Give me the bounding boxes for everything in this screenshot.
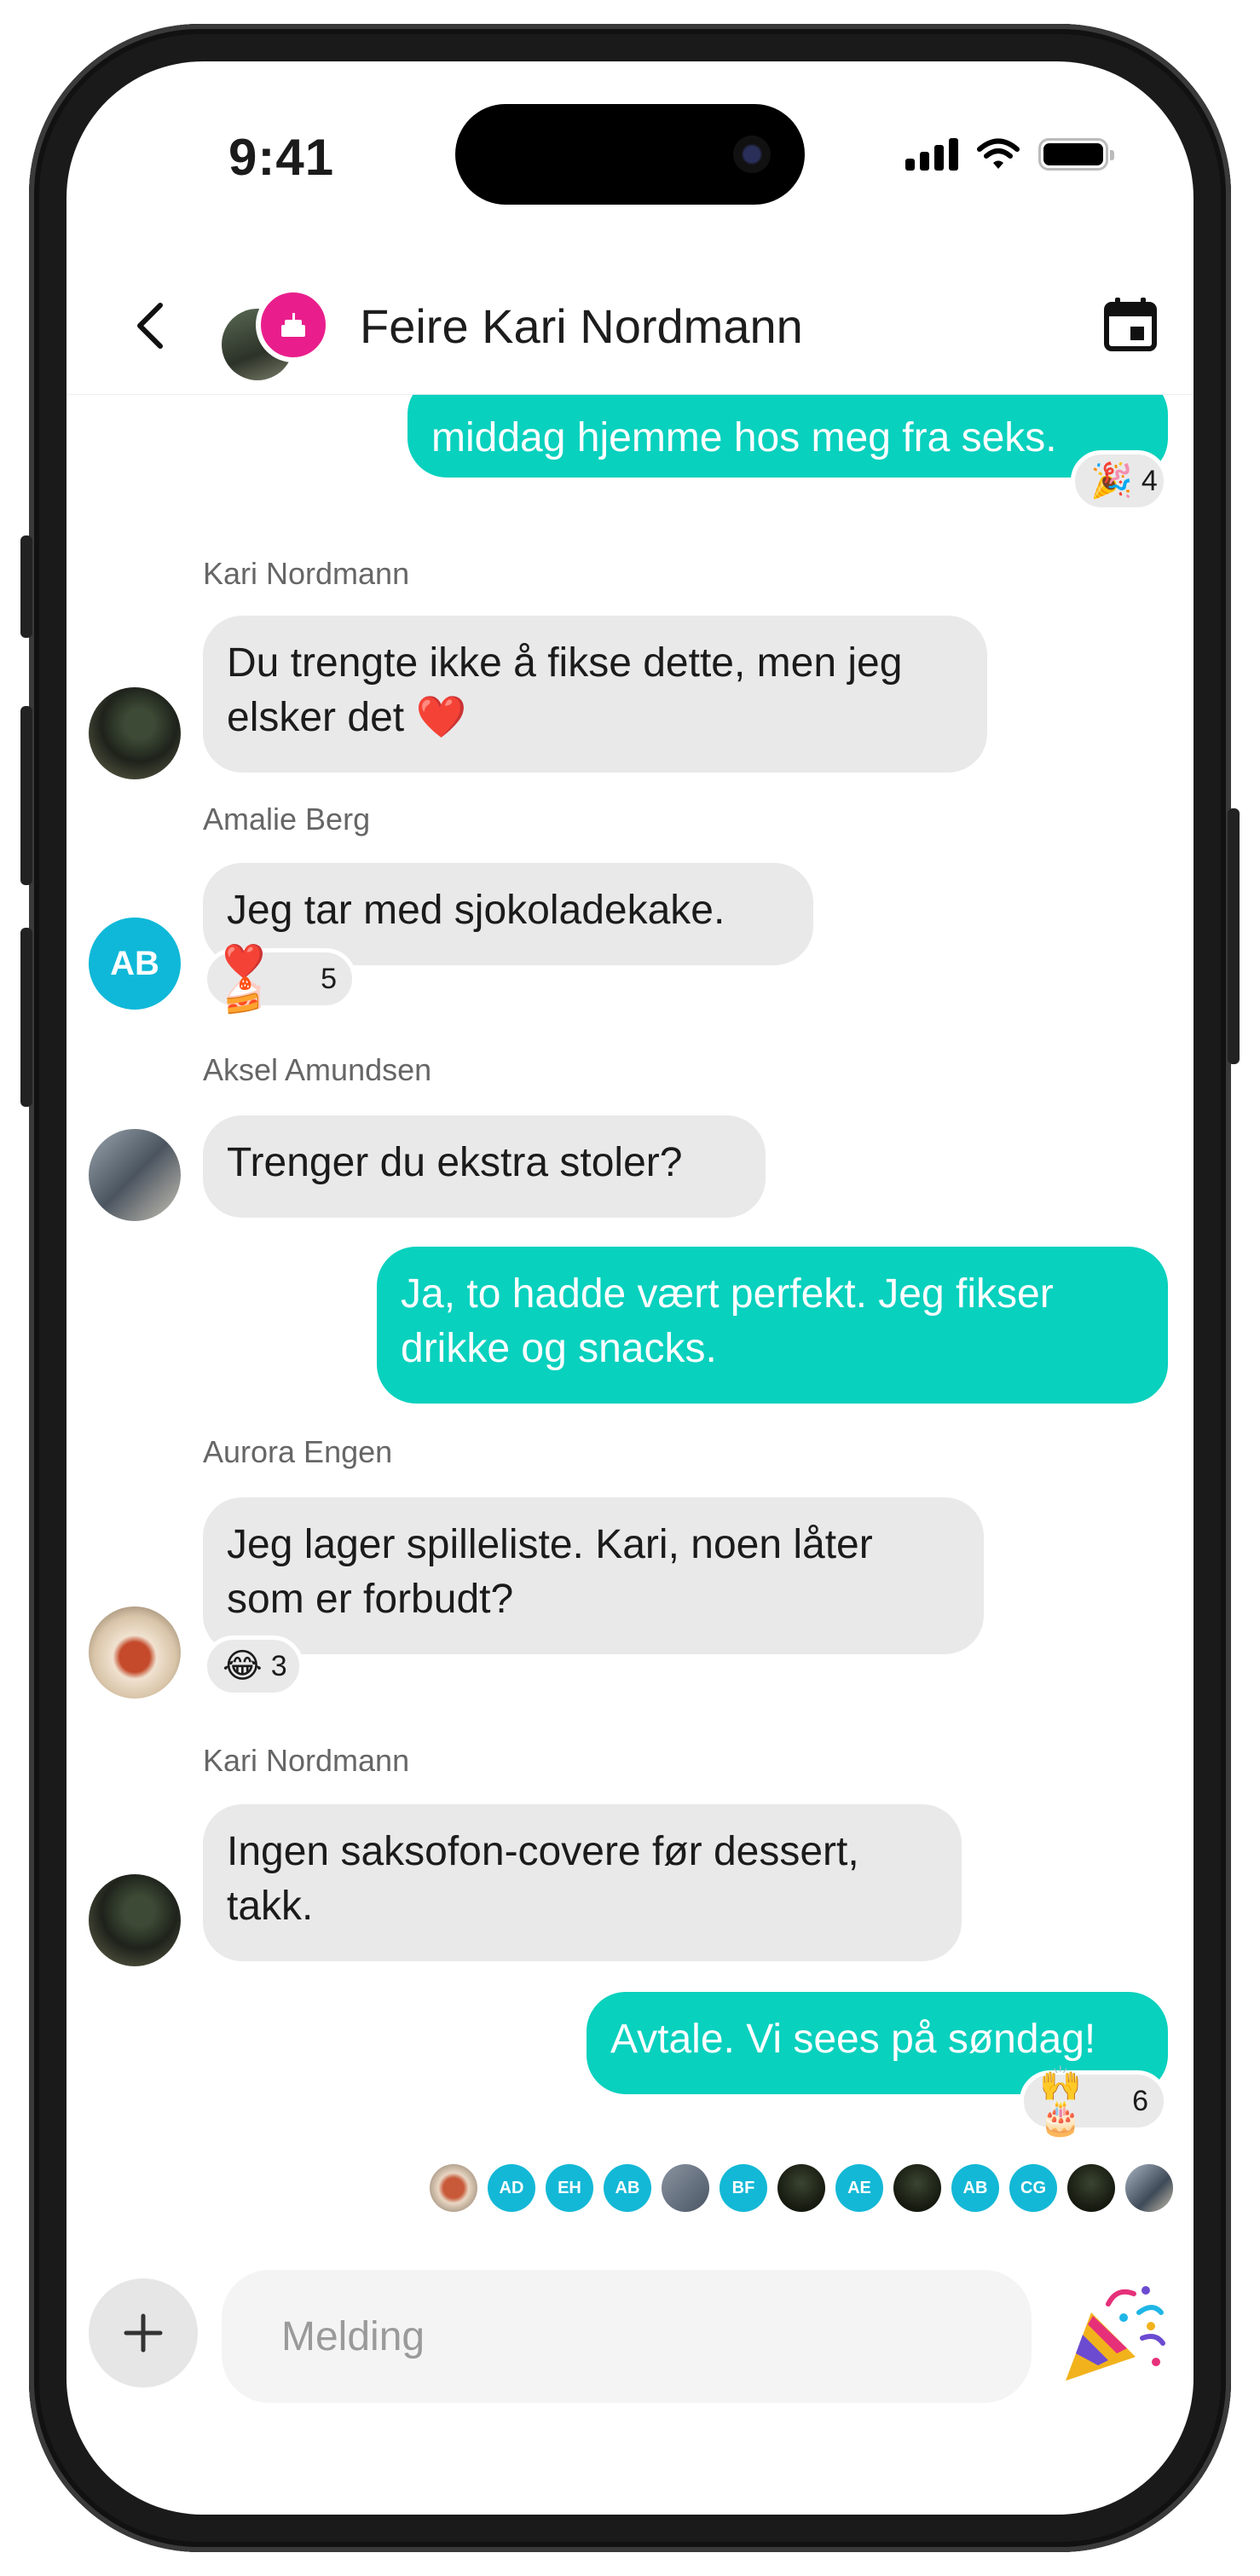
add-attachment-button[interactable] [89,2278,198,2388]
status-time: 9:41 [228,129,335,186]
reaction-count: 5 [321,962,337,995]
read-receipt-avatar: BF [720,2164,767,2212]
party-popper-emoji: 🎉 [1090,462,1133,500]
read-receipt-avatar [1067,2164,1115,2212]
read-receipt-avatar: EH [546,2164,593,2212]
read-receipt-avatar [893,2164,941,2212]
sender-name: Amalie Berg [203,802,371,836]
reaction-count: 3 [270,1649,287,1682]
volume-up-button [20,706,32,885]
message-text: Avtale. Vi sees på søndag! [610,2017,1096,2062]
read-receipt-avatar: AB [951,2164,999,2212]
read-receipt-avatar: AD [488,2164,535,2212]
read-receipt-avatar: CG [1009,2164,1057,2212]
reaction-pill[interactable]: ❤️ 🍰 5 [203,943,356,1015]
message-bubble-incoming[interactable]: Ingen saksofon-covere før dessert, takk. [203,1804,962,1961]
message-bubble-outgoing[interactable]: Ja, to hadde vært perfekt. Jeg fikser dr… [377,1247,1168,1404]
calendar-icon[interactable] [1101,296,1159,354]
phone-screen: middag hjemme hos meg fra seks. 🎉 4 Kari… [66,61,1194,2515]
message-text: Ja, to hadde vært perfekt. Jeg fikser dr… [401,1271,1054,1371]
message-text: middag hjemme hos meg fra seks. [431,415,1057,460]
read-receipts[interactable]: AD EH AB BF AE AB CG [430,2164,1173,2212]
message-input[interactable] [222,2270,1032,2403]
message-bubble-incoming[interactable]: Trenger du ekstra stoler? [203,1115,766,1218]
wifi-icon [977,138,1020,169]
read-receipt-avatar [430,2164,477,2212]
message-composer [66,2244,1194,2415]
read-receipt-avatar: AE [835,2164,883,2212]
sender-name: Kari Nordmann [203,1743,410,1778]
avatar-aksel-amundsen[interactable] [89,1129,181,1221]
power-button [1228,808,1240,1064]
avatar-kari-nordmann[interactable] [89,687,181,779]
message-bubble-incoming[interactable]: Jeg lager spilleliste. Kari, noen låter … [203,1497,984,1654]
read-receipt-avatar [1125,2164,1173,2212]
message-text: Jeg tar med sjokoladekake. [227,888,725,933]
avatar-amalie-berg[interactable]: AB [89,918,181,1010]
laughing-emoji: 😂 [223,1647,263,1685]
cellular-signal-icon [905,138,958,171]
reaction-pill[interactable]: 🎉 4 [1071,450,1168,512]
reaction-pill[interactable]: 🙌 🎂 6 [1020,2065,1168,2137]
avatar-kari-nordmann[interactable] [89,1874,181,1966]
cake-icon [256,287,331,362]
read-receipt-avatar: AB [604,2164,651,2212]
message-text: Du trengte ikke å fikse dette, men jeg e… [227,640,903,740]
message-text: Ingen saksofon-covere før dessert, takk. [227,1829,859,1929]
avatar-aurora-engen[interactable] [89,1606,181,1699]
reaction-pill[interactable]: 😂 3 [203,1635,303,1697]
raised-hands-cake-emoji: 🙌 🎂 [1039,2065,1082,2137]
heart-cake-emoji: ❤️ 🍰 [223,943,265,1015]
sender-name: Aksel Amundsen [203,1052,432,1087]
mute-switch [20,535,32,638]
chat-header: Feire Kari Nordmann [66,258,1194,395]
party-popper-icon[interactable] [1057,2278,1168,2389]
back-chevron-icon[interactable] [126,300,177,351]
read-receipt-avatar [777,2164,825,2212]
chat-title[interactable]: Feire Kari Nordmann [360,298,803,354]
status-icons [905,138,1114,171]
message-text: Trenger du ekstra stoler? [227,1140,683,1185]
volume-down-button [20,928,32,1107]
plus-icon [124,2313,163,2353]
message-list[interactable]: middag hjemme hos meg fra seks. 🎉 4 Kari… [66,61,1194,2515]
reaction-count: 4 [1141,464,1158,497]
read-receipt-avatar [662,2164,709,2212]
sender-name: Kari Nordmann [203,556,410,591]
reaction-count: 6 [1132,2084,1148,2117]
dynamic-island [455,104,805,205]
message-text: Jeg lager spilleliste. Kari, noen låter … [227,1522,873,1622]
message-bubble-incoming[interactable]: Du trengte ikke å fikse dette, men jeg e… [203,616,987,773]
sender-name: Aurora Engen [203,1434,393,1469]
battery-icon [1038,138,1114,171]
